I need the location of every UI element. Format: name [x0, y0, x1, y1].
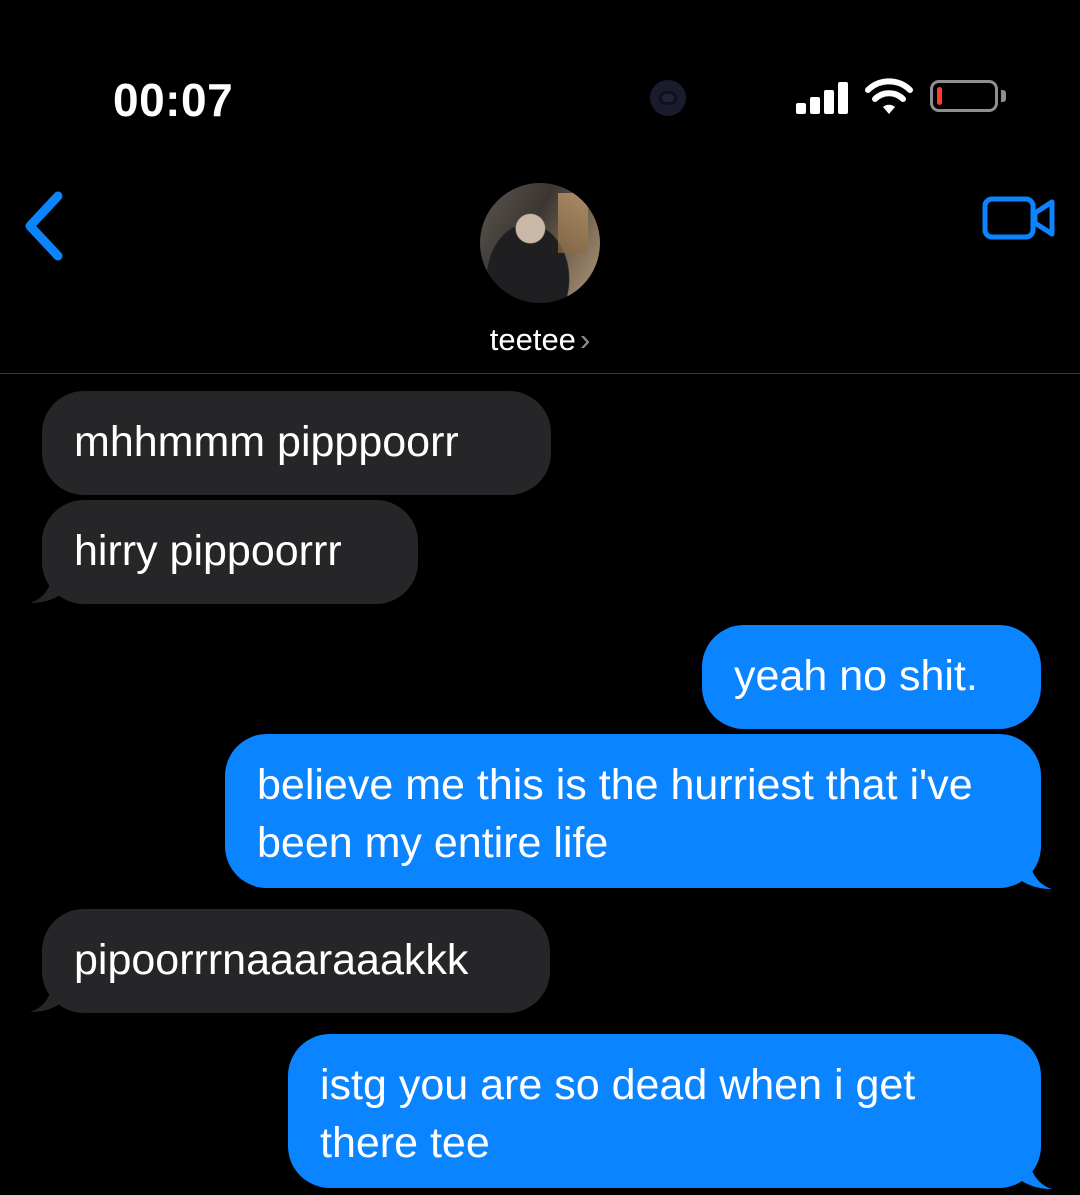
- incoming-bubble-tail: [30, 563, 68, 603]
- outgoing-message[interactable]: yeah no shit.: [702, 625, 1041, 729]
- incoming-bubble-tail: [30, 972, 68, 1012]
- outgoing-bubble-tail: [1014, 1149, 1052, 1189]
- wifi-icon: [865, 78, 913, 114]
- status-time: 00:07: [113, 74, 234, 126]
- cellular-signal-icon: [796, 80, 850, 114]
- incoming-message[interactable]: hirry pippoorrr: [42, 500, 418, 604]
- battery-cap: [1001, 90, 1006, 102]
- incoming-message[interactable]: pipoorrrnaaaraaakkk: [42, 909, 550, 1013]
- video-camera-icon[interactable]: [982, 196, 1056, 240]
- outgoing-bubble-tail: [1014, 849, 1052, 889]
- avatar[interactable]: [480, 183, 600, 303]
- focus-icon: [650, 80, 686, 116]
- chevron-right-icon: ›: [579, 322, 591, 357]
- incoming-message[interactable]: mhhmmm pipppoorr: [42, 391, 551, 495]
- outgoing-message[interactable]: istg you are so dead when i get there te…: [288, 1034, 1041, 1188]
- chevron-left-icon[interactable]: [20, 190, 70, 262]
- battery-icon: [930, 80, 998, 112]
- contact-name-button[interactable]: teetee ›: [0, 322, 1080, 358]
- header-divider: [0, 373, 1080, 374]
- outgoing-message[interactable]: believe me this is the hurriest that i'v…: [225, 734, 1041, 888]
- battery-level: [937, 87, 942, 105]
- contact-name: teetee: [489, 322, 576, 357]
